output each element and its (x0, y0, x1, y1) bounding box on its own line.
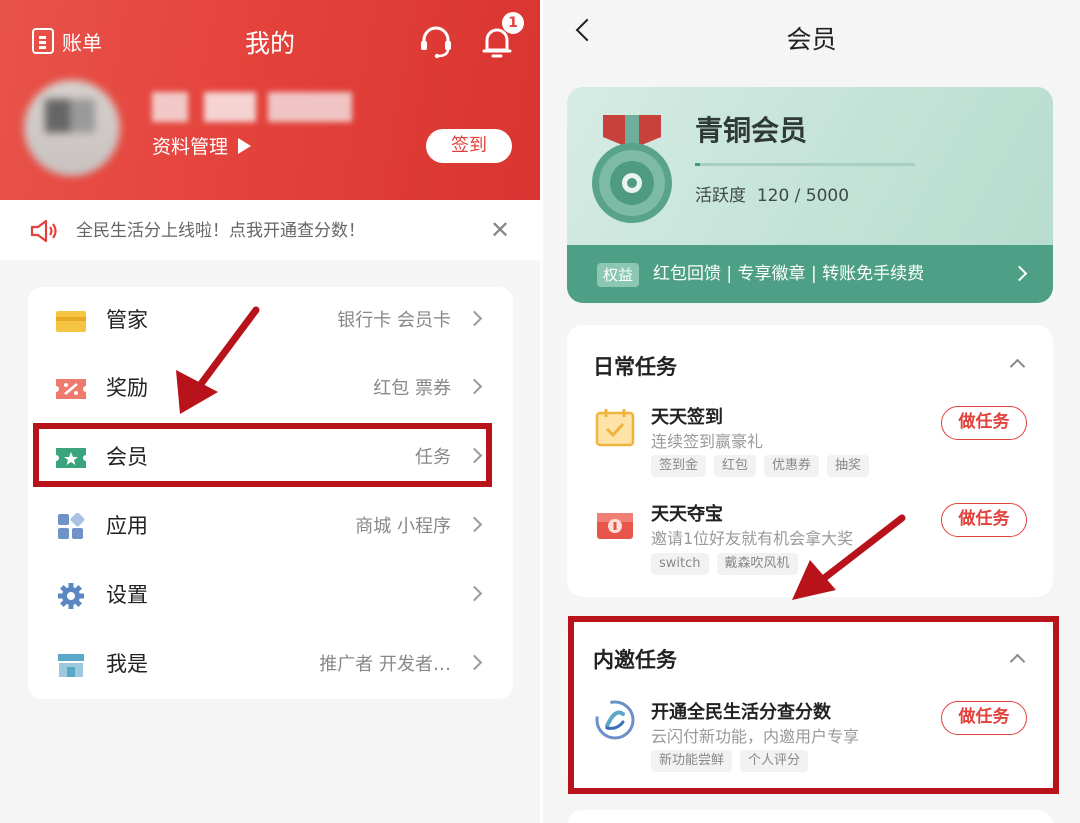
apps-grid-icon (58, 513, 85, 539)
benefits-list: 红包回馈 | 专享徽章 | 转账免手续费 (653, 264, 925, 284)
chevron-up-icon[interactable] (1009, 358, 1026, 375)
close-icon[interactable]: ✕ (490, 216, 510, 244)
do-task-button[interactable]: 做任务 (941, 406, 1027, 440)
menu-item-identity[interactable]: 我是 推广者 开发者… (28, 631, 513, 699)
menu-item-label: 设置 (106, 583, 148, 607)
menu-item-sub: 红包 票券 (373, 378, 451, 399)
menu-item-butler[interactable]: 管家 银行卡 会员卡 (28, 287, 513, 355)
profile-manage-link[interactable]: 资料管理 (152, 132, 252, 159)
card-icon (56, 311, 86, 332)
do-task-button[interactable]: 做任务 (941, 503, 1027, 537)
store-icon (58, 654, 84, 677)
chevron-right-icon (466, 378, 483, 395)
activity-progress-bar (695, 163, 915, 166)
my-page-panel: 账单 我的 1 资料管理 签到 全民生活分上线啦！点我开通查分数！ ✕ 管家 银… (0, 0, 540, 823)
task-tag: 抽奖 (827, 455, 870, 477)
activity-value: 120 / 5000 (756, 186, 850, 206)
page-title: 我的 (244, 29, 295, 58)
chevron-right-icon (1011, 265, 1028, 282)
signin-button[interactable]: 签到 (426, 129, 512, 163)
annotation-highlight-box (33, 423, 492, 487)
menu-item-label: 我是 (106, 652, 148, 676)
menu-item-label: 管家 (106, 308, 148, 332)
benefits-bar[interactable]: 权益 红包回馈 | 专享徽章 | 转账免手续费 (567, 245, 1053, 303)
task-tag: 红包 (714, 455, 757, 477)
task-tags: 签到金 红包 优惠券 抽奖 (651, 455, 870, 477)
menu-item-rewards[interactable]: 奖励 红包 票券 (28, 355, 513, 423)
calendar-check-icon (595, 409, 635, 447)
chevron-right-icon (466, 654, 483, 671)
profile-manage-label: 资料管理 (152, 136, 229, 158)
next-section-card (567, 810, 1053, 823)
member-card[interactable]: 青铜会员 活跃度 120 / 5000 权益 红包回馈 | 专享徽章 | 转账免… (567, 87, 1053, 303)
avatar[interactable] (24, 80, 120, 176)
notice-text: 全民生活分上线啦！点我开通查分数！ (76, 221, 365, 241)
annotation-highlight-box (568, 616, 1059, 794)
member-page-panel: 会员 青铜会员 活跃度 120 / 5000 权益 红包回馈 | 专享徽章 | … (543, 0, 1080, 823)
chevron-right-icon (466, 516, 483, 533)
activity-label: 活跃度 120 / 5000 (695, 181, 849, 206)
gear-icon (58, 583, 84, 609)
task-tag: 签到金 (651, 455, 707, 477)
task-tag: 戴森吹风机 (716, 553, 798, 575)
member-tier-name: 青铜会员 (695, 114, 808, 147)
bronze-medal-icon (592, 115, 672, 223)
chevron-right-icon (466, 585, 483, 602)
task-title: 天天夺宝 (651, 504, 723, 525)
task-desc: 连续签到赢豪礼 (651, 432, 764, 451)
speaker-icon (30, 219, 57, 243)
task-title: 天天签到 (651, 407, 723, 428)
menu-item-label: 应用 (106, 514, 148, 538)
task-tag: switch (651, 553, 709, 575)
menu-item-sub: 银行卡 会员卡 (337, 310, 451, 331)
notification-badge: 1 (502, 12, 524, 34)
benefits-tag: 权益 (597, 263, 640, 287)
chevron-right-icon (466, 310, 483, 327)
treasure-box-icon (597, 513, 633, 539)
page-title: 会员 (786, 25, 837, 54)
activity-label-text: 活跃度 (695, 186, 746, 206)
task-tags: switch 戴森吹风机 (651, 553, 798, 575)
activity-progress-fill (695, 163, 701, 166)
menu-item-apps[interactable]: 应用 商城 小程序 (28, 493, 513, 561)
section-title: 日常任务 (593, 355, 677, 379)
username-blurred (152, 92, 352, 122)
task-desc: 邀请1位好友就有机会拿大奖 (651, 529, 854, 548)
menu-item-sub: 商城 小程序 (355, 516, 451, 537)
menu-item-settings[interactable]: 设置 (28, 562, 513, 630)
daily-tasks-section: 日常任务 天天签到 连续签到赢豪礼 签到金 红包 优惠券 抽奖 做任务 天天夺宝… (567, 325, 1053, 597)
customer-service-icon[interactable] (418, 24, 454, 60)
menu-item-label: 奖励 (106, 376, 148, 400)
task-tag: 优惠券 (764, 455, 820, 477)
play-arrow-icon (238, 137, 252, 154)
menu-item-sub: 推广者 开发者… (319, 654, 451, 675)
ticket-icon (56, 379, 86, 399)
